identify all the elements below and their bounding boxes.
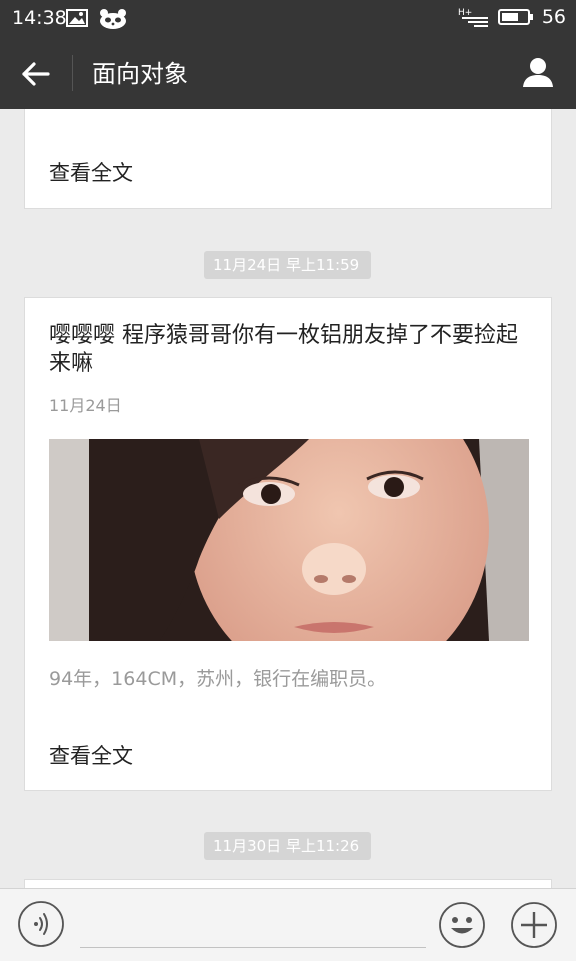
emoji-icon bbox=[439, 902, 485, 948]
read-full-link[interactable]: 查看全文 bbox=[49, 157, 133, 187]
status-time: 14:38 bbox=[12, 7, 67, 29]
status-notification-icons bbox=[66, 8, 130, 30]
status-right: H+ 56 bbox=[458, 6, 566, 28]
person-icon bbox=[523, 58, 553, 87]
voice-input-button[interactable] bbox=[18, 901, 64, 947]
article-cover-image[interactable] bbox=[49, 439, 529, 641]
message-input-field[interactable] bbox=[80, 947, 426, 948]
svg-text:H+: H+ bbox=[458, 8, 472, 18]
portrait-image bbox=[49, 439, 529, 641]
article-date: 11月24日 bbox=[49, 396, 122, 415]
chat-header: 面向对象 bbox=[0, 36, 576, 109]
page-title: 面向对象 bbox=[92, 60, 188, 88]
article-title[interactable]: 嘤嘤嘤 程序猿哥哥你有一枚铝朋友掉了不要捡起来嘛 bbox=[49, 322, 527, 378]
timestamp-badge: 11月24日 早上11:59 bbox=[204, 251, 371, 279]
panda-icon bbox=[100, 9, 126, 29]
back-arrow-icon bbox=[22, 62, 50, 86]
article-card[interactable]: 嘤嘤嘤 程序猿哥哥你有一枚铝朋友掉了不要捡起来嘛 11月24日 94年，164C… bbox=[24, 297, 552, 791]
read-full-link[interactable]: 查看全文 bbox=[49, 740, 133, 770]
voice-icon bbox=[18, 901, 64, 947]
profile-button[interactable] bbox=[520, 54, 556, 90]
article-summary: 94年，164CM，苏州，银行在编职员。 bbox=[49, 668, 387, 690]
emoji-button[interactable] bbox=[438, 901, 486, 949]
battery-level: 56 bbox=[541, 6, 566, 28]
message-input-bar bbox=[0, 888, 576, 961]
header-divider bbox=[72, 55, 73, 91]
more-actions-button[interactable] bbox=[510, 901, 558, 949]
status-bar: 14:38 H+ 56 bbox=[0, 0, 576, 36]
battery-icon bbox=[497, 9, 533, 25]
signal-icon: H+ bbox=[458, 8, 488, 27]
message-card[interactable]: 查看全文 bbox=[24, 109, 552, 209]
back-button[interactable] bbox=[18, 56, 54, 92]
plus-icon bbox=[511, 902, 557, 948]
timestamp-badge: 11月30日 早上11:26 bbox=[204, 832, 371, 860]
gallery-icon bbox=[66, 9, 88, 27]
